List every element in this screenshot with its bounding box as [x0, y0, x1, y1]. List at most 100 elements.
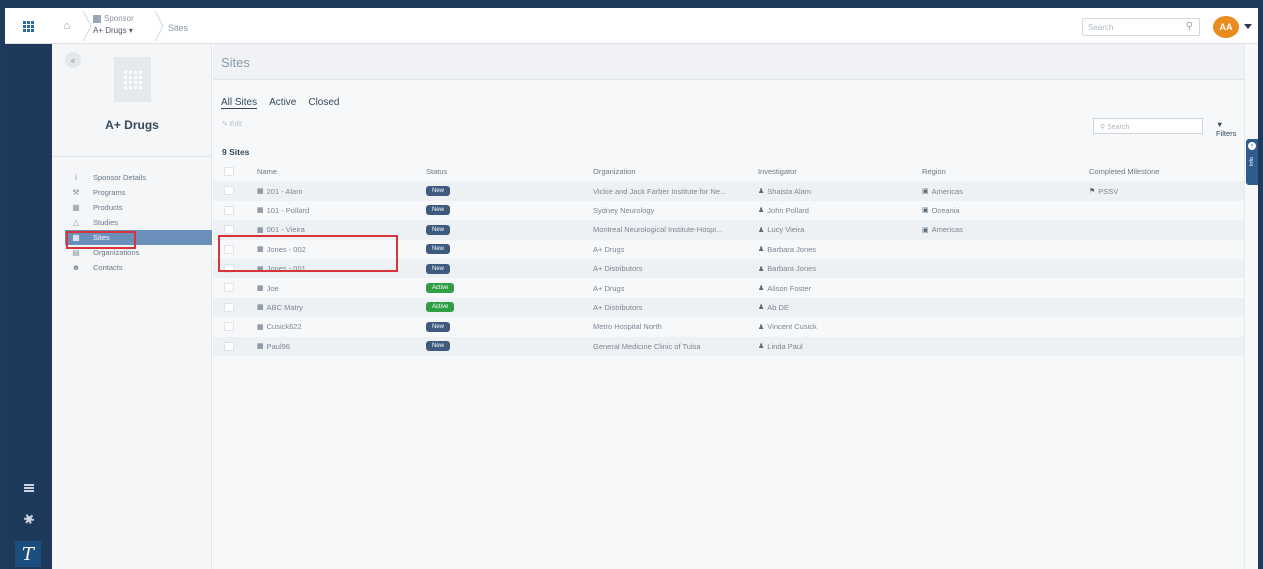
site-name-cell[interactable]: ▦ ABC Matry — [257, 298, 417, 317]
table-row[interactable]: ▦ 201 - Alam New Vickie and Jack Farber Ins… — [213, 181, 1244, 201]
user-menu-caret-icon[interactable] — [1244, 24, 1252, 29]
main-header: Sites — [213, 44, 1258, 80]
site-name[interactable]: 101 - Pollard — [267, 206, 310, 215]
menu-item-label: Products — [93, 203, 123, 212]
tab-all-sites[interactable]: All Sites — [221, 97, 258, 109]
menu-item-label: Programs — [93, 188, 126, 197]
investigator-cell: ♟ Barbara Jones — [758, 240, 913, 259]
row-checkbox[interactable] — [224, 283, 234, 293]
list-icon[interactable] — [24, 484, 34, 493]
column-header-organization[interactable]: Organization — [593, 162, 753, 181]
site-name-cell[interactable]: ▦ 101 - Pollard — [257, 201, 417, 220]
column-header-name[interactable]: Name — [257, 162, 417, 181]
select-all-checkbox[interactable] — [224, 167, 234, 176]
row-checkbox[interactable] — [224, 225, 234, 235]
site-name-cell[interactable]: ▦ Paul96 — [257, 337, 417, 356]
filters-button[interactable]: ▼ Filters — [1216, 120, 1244, 138]
contacts-icon: ☻ — [71, 263, 81, 272]
status-cell: Active — [426, 298, 586, 317]
milestone-cell — [1089, 337, 1239, 356]
sites-search-input[interactable]: ⚲ Search — [1093, 118, 1203, 134]
top-bar: ⌂ Sponsor A+ Drugs ▾ Sites Search ⚲ AA — [5, 8, 1258, 44]
main-content: Sites All Sites Active Closed ✎ Edit ⚲ S… — [213, 44, 1258, 569]
collapse-panel-icon[interactable]: « — [65, 52, 81, 68]
table-row[interactable]: ▦ Joe Active A+ Drugs ♟ Alison Foster — [213, 278, 1244, 297]
sponsor-panel: « A+ Drugs i Sponsor Details ⚒ Programs ▦ P… — [52, 44, 212, 569]
apps-grid-icon[interactable] — [5, 8, 52, 44]
map-icon: ▣ — [922, 188, 929, 196]
status-badge: New — [426, 341, 451, 352]
menu-item-sponsor-details[interactable]: i Sponsor Details — [52, 170, 212, 185]
site-name[interactable]: 201 - Alam — [267, 187, 303, 196]
tab-closed[interactable]: Closed — [308, 97, 339, 109]
sponsor-building-icon — [114, 57, 151, 102]
highlight-box-sites-menu — [66, 231, 136, 249]
page-title: Sites — [221, 55, 250, 70]
investigator-cell: ♟ Lucy Vieira — [758, 220, 913, 239]
user-icon: ♟ — [758, 343, 765, 351]
tab-active[interactable]: Active — [269, 97, 296, 109]
gear-icon[interactable] — [24, 514, 34, 524]
table-row[interactable]: ▦ Cusick622 New Metro Hospital North ♟ Vincen… — [213, 317, 1244, 336]
flask-icon: △ — [72, 218, 80, 227]
status-cell: Active — [426, 278, 586, 297]
column-header-completed-milestone[interactable]: Completed Milestone — [1089, 162, 1239, 181]
site-name-cell[interactable]: ▦ Joe — [257, 278, 417, 297]
menu-item-label: Sponsor Details — [93, 173, 146, 182]
status-badge: New — [426, 321, 451, 332]
region-cell: ▣ Americas — [922, 220, 1077, 239]
site-name[interactable]: Cusick622 — [267, 322, 302, 331]
user-icon: ♟ — [758, 304, 765, 312]
region-name: Americas — [931, 186, 963, 196]
breadcrumb-sites[interactable]: Sites — [168, 23, 188, 33]
organization-cell: Montreal Neurological Institute-Hospi... — [593, 225, 723, 235]
row-checkbox[interactable] — [224, 341, 234, 351]
user-avatar[interactable]: AA — [1213, 16, 1239, 38]
row-checkbox[interactable] — [224, 302, 234, 312]
info-tab-label: Info — [1249, 157, 1255, 167]
row-checkbox[interactable] — [224, 322, 234, 332]
user-icon: ♟ — [758, 323, 765, 331]
region-cell: ▣ Americas — [922, 181, 1077, 200]
menu-item-products[interactable]: ▦ Products — [52, 200, 212, 215]
status-badge: Active — [426, 283, 455, 294]
menu-item-programs[interactable]: ⚒ Programs — [52, 185, 212, 200]
caret-down-icon: ▾ — [128, 26, 133, 35]
table-row[interactable]: ▦ Paul96 New General Medicine Clinic of Tul… — [213, 336, 1244, 356]
investigator-cell: ♟ Barbara Jones — [758, 259, 913, 278]
menu-item-studies[interactable]: △ Studies — [52, 215, 212, 230]
global-search-input[interactable]: Search ⚲ — [1082, 18, 1200, 36]
column-header-investigator[interactable]: Investigator — [758, 162, 913, 181]
edit-button[interactable]: ✎ Edit — [222, 120, 242, 128]
site-name[interactable]: 001 - Vieira — [267, 225, 305, 234]
user-icon: ♟ — [758, 265, 765, 273]
site-name[interactable]: ABC Matry — [267, 303, 303, 312]
site-name[interactable]: Paul96 — [267, 342, 290, 351]
info-side-tab[interactable]: ‹ Info — [1246, 139, 1258, 185]
milestone-cell — [1089, 259, 1239, 278]
home-icon[interactable]: ⌂ — [52, 8, 82, 44]
site-name[interactable]: Joe — [267, 284, 279, 293]
region-name: Americas — [931, 225, 963, 235]
site-name-cell[interactable]: ▦ Cusick622 — [257, 317, 417, 336]
table-row[interactable]: ▦ 101 - Pollard New Sydney Neurology ♟ John P… — [213, 201, 1244, 220]
row-checkbox[interactable] — [224, 186, 234, 196]
menu-item-label: Studies — [93, 218, 119, 227]
milestone-cell — [1089, 278, 1239, 297]
organization-cell: A+ Distributors — [593, 302, 643, 312]
global-search-placeholder: Search — [1088, 23, 1114, 32]
map-icon: ▣ — [922, 207, 929, 215]
breadcrumb-sponsor-value: A+ Drugs — [93, 26, 127, 35]
breadcrumb-sponsor-label: Sponsor — [104, 14, 134, 23]
site-name-cell[interactable]: ▦ 201 - Alam — [257, 181, 417, 200]
products-icon: ▦ — [72, 203, 80, 212]
user-icon: ♟ — [758, 207, 765, 215]
menu-item-contacts[interactable]: ☻ Contacts — [52, 260, 212, 275]
investigator-name: Barbara Jones — [767, 244, 817, 254]
column-header-status[interactable]: Status — [426, 162, 586, 181]
row-checkbox[interactable] — [224, 205, 234, 215]
breadcrumb-sponsor[interactable]: Sponsor A+ Drugs ▾ — [93, 14, 134, 35]
app-window: ⌂ Sponsor A+ Drugs ▾ Sites Search ⚲ AA T… — [5, 5, 1258, 569]
table-row[interactable]: ▦ ABC Matry Active A+ Distributors ♟ Ab DE — [213, 297, 1244, 318]
column-header-region[interactable]: Region — [922, 162, 1077, 181]
